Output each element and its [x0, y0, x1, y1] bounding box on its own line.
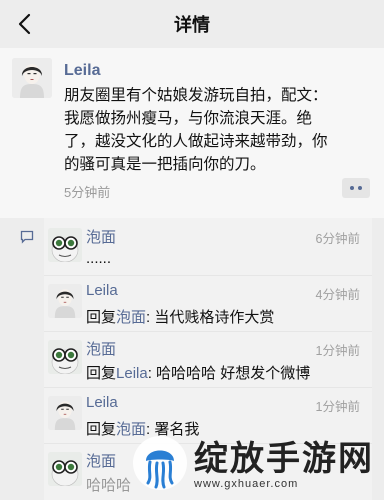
- reply-prefix: 回复: [86, 421, 117, 438]
- comment-author[interactable]: 泡面: [86, 450, 116, 471]
- watermark-text: 绽放手游网 www.gxhuaer.com: [194, 440, 374, 490]
- back-button[interactable]: [10, 10, 38, 38]
- post-text-line: 了，越没文化的人做起诗来越带劲，你: [64, 133, 328, 150]
- more-dots-button[interactable]: [342, 178, 370, 198]
- comment-time: 1分钟前: [315, 344, 360, 358]
- post-author-name[interactable]: Leila: [64, 62, 100, 80]
- avatar[interactable]: [48, 396, 82, 430]
- avatar[interactable]: [48, 284, 82, 318]
- reply-body: : 哈哈哈哈 好想发个微博: [147, 365, 311, 382]
- cartoon-avatar-icon: [48, 452, 82, 486]
- avatar[interactable]: [12, 58, 52, 98]
- comment-icon: [20, 230, 34, 244]
- comment-text: 回复泡面: 当代贱格诗作大赏: [86, 306, 274, 327]
- girl-avatar-icon: [48, 396, 82, 430]
- cartoon-avatar-icon: [48, 228, 82, 262]
- reply-target[interactable]: 泡面: [116, 309, 146, 326]
- post-text-line: 的骚可真是一把插向你的刀。: [64, 156, 266, 173]
- avatar[interactable]: [48, 340, 82, 374]
- girl-avatar-icon: [48, 284, 82, 318]
- comment-time: 1分钟前: [315, 400, 360, 414]
- watermark-url: www.gxhuaer.com: [194, 478, 299, 490]
- post-timestamp: 5分钟前: [64, 185, 111, 200]
- reply-body: : 当代贱格诗作大赏: [146, 309, 275, 326]
- nav-bar: 详情: [0, 0, 384, 48]
- page-title: 详情: [174, 15, 210, 35]
- dot: [350, 186, 354, 190]
- comment-author[interactable]: Leila: [86, 394, 118, 411]
- moment-post: Leila 朋友圈里有个姑娘发游玩自拍，配文： 我愿做扬州瘦马，与你流浪天涯。绝…: [0, 48, 384, 218]
- cartoon-avatar-icon: [48, 340, 82, 374]
- post-text: 朋友圈里有个姑娘发游玩自拍，配文： 我愿做扬州瘦马，与你流浪天涯。绝 了，越没文…: [64, 84, 376, 176]
- post-text-line: 朋友圈里有个姑娘发游玩自拍，配文：: [64, 87, 328, 104]
- watermark: 绽放手游网 www.gxhuaer.com: [128, 430, 384, 500]
- comment-time: 4分钟前: [315, 288, 360, 302]
- comment-text: 回复Leila: 哈哈哈哈 好想发个微博: [86, 362, 310, 383]
- chevron-left-icon: [18, 13, 31, 35]
- comment-text: ......: [86, 250, 112, 267]
- avatar[interactable]: [48, 228, 82, 262]
- jellyfish-logo-icon: [133, 436, 187, 490]
- comment-author[interactable]: 泡面: [86, 338, 116, 359]
- post-text-line: 我愿做扬州瘦马，与你流浪天涯。绝: [64, 110, 313, 127]
- comment-item[interactable]: Leila 4分钟前 回复泡面: 当代贱格诗作大赏: [44, 276, 372, 332]
- reply-prefix: 回复: [86, 365, 117, 382]
- watermark-title: 绽放手游网: [194, 440, 374, 478]
- reply-target[interactable]: Leila: [116, 365, 148, 382]
- girl-avatar-icon: [12, 58, 52, 98]
- comment-time: 6分钟前: [315, 232, 360, 246]
- comment-item[interactable]: 泡面 6分钟前 ......: [44, 220, 372, 276]
- avatar[interactable]: [48, 452, 82, 486]
- comment-item[interactable]: 泡面 1分钟前 回复Leila: 哈哈哈哈 好想发个微博: [44, 332, 372, 388]
- reply-prefix: 回复: [86, 309, 117, 326]
- comment-text: 哈哈哈: [86, 477, 132, 494]
- comment-author[interactable]: Leila: [86, 282, 118, 299]
- comment-author[interactable]: 泡面: [86, 226, 116, 247]
- dot: [358, 186, 362, 190]
